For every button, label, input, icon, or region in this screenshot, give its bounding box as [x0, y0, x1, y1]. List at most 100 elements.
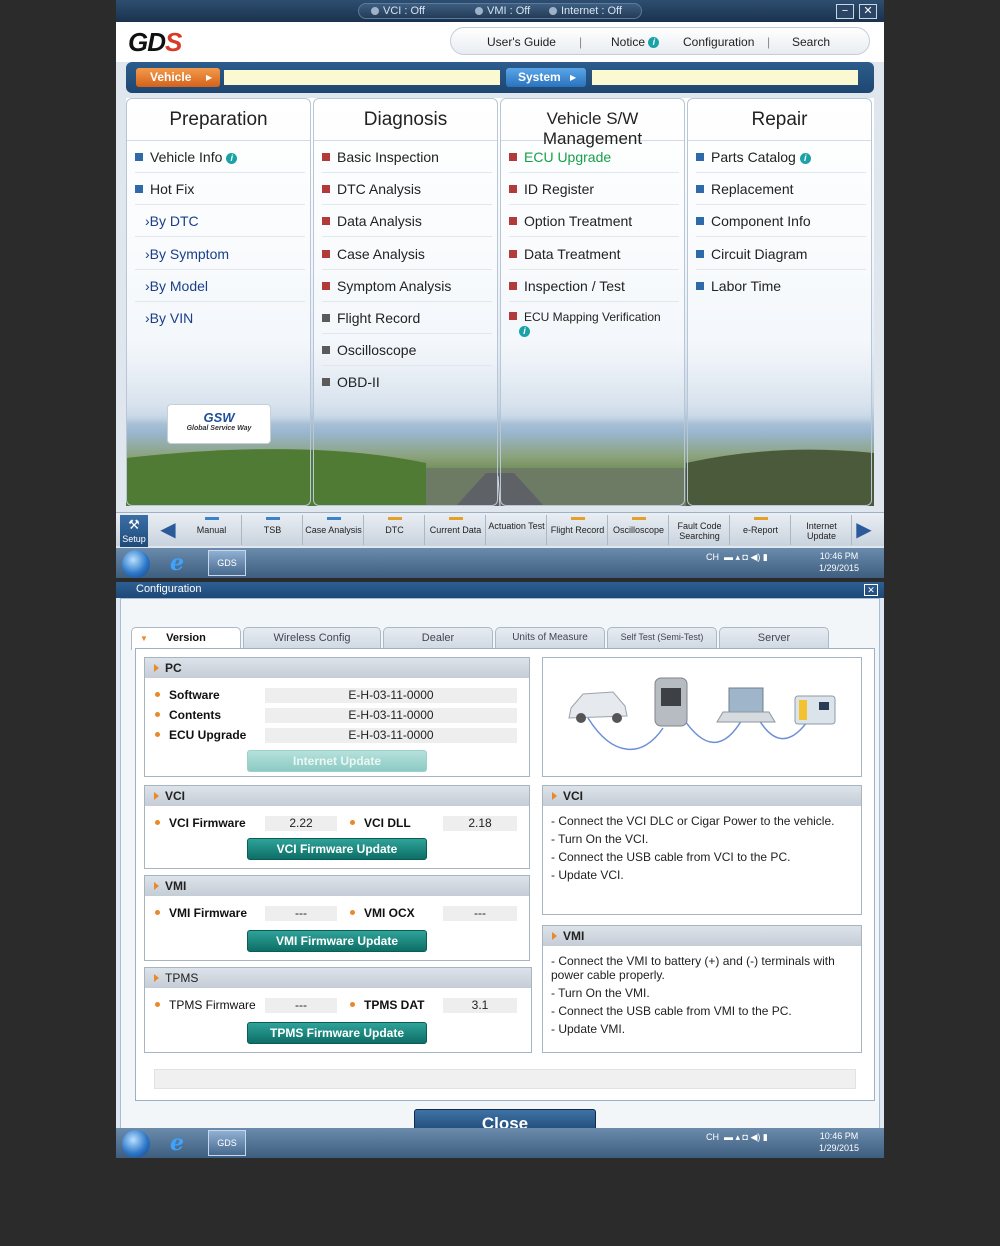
- ecu-upgrade-item[interactable]: ECU Upgrade: [509, 141, 679, 173]
- system-arrow-icon: ▶: [570, 73, 577, 82]
- section-header: VCI: [543, 786, 861, 806]
- clock[interactable]: 10:46 PM 1/29/2015: [813, 1130, 865, 1154]
- vehicle-tab[interactable]: Vehicle ▶: [136, 68, 220, 87]
- gds-taskbar-button[interactable]: GDS: [208, 1130, 246, 1156]
- bullet-icon: [509, 185, 517, 193]
- replacement-item[interactable]: Replacement: [696, 173, 866, 205]
- bullet-icon: [322, 346, 330, 354]
- vci-firmware-update-button[interactable]: VCI Firmware Update: [247, 838, 427, 860]
- bullet-icon: [696, 153, 704, 161]
- oscilloscope-button[interactable]: Oscilloscope: [609, 515, 669, 545]
- tab-units-of-measure[interactable]: Units of Measure: [495, 627, 605, 649]
- bullet-icon: [350, 1002, 355, 1007]
- system-field[interactable]: [592, 70, 858, 85]
- vehicle-field[interactable]: [224, 70, 500, 85]
- bullet-icon: [155, 820, 160, 825]
- by-symptom-item[interactable]: ›By Symptom: [135, 238, 305, 270]
- actuation-test-button[interactable]: Actuation Test: [487, 515, 547, 545]
- internet-update-button[interactable]: Internet Update: [247, 750, 427, 772]
- oscilloscope-item[interactable]: Oscilloscope: [322, 334, 492, 366]
- toolbar-left-arrow[interactable]: ◀: [160, 517, 176, 543]
- vci-device-icon: [654, 677, 688, 727]
- ecu-mapping-verification-item[interactable]: ECU Mapping Verification i: [509, 302, 679, 337]
- vci-status: VCI : Off: [371, 5, 425, 17]
- case-analysis-item[interactable]: Case Analysis: [322, 238, 492, 270]
- tab-server[interactable]: Server: [719, 627, 829, 649]
- search-link[interactable]: Search: [792, 35, 830, 49]
- internet-update-button[interactable]: Internet Update: [792, 515, 852, 545]
- start-button[interactable]: [122, 1130, 150, 1158]
- internet-explorer-icon[interactable]: e: [170, 1132, 184, 1154]
- parts-catalog-item[interactable]: Parts Catalog i: [696, 141, 866, 173]
- setup-button[interactable]: ⚒ Setup: [120, 515, 148, 547]
- close-icon[interactable]: ✕: [864, 584, 878, 596]
- fault-code-searching-button[interactable]: Fault Code Searching: [670, 515, 730, 545]
- gsw-logo: GSW Global Service Way: [167, 404, 271, 444]
- current-data-button[interactable]: Current Data: [426, 515, 486, 545]
- toolbar-right-arrow[interactable]: ▶: [856, 517, 872, 543]
- app-header: GDS User's Guide | Notice i Configuratio…: [116, 22, 884, 62]
- option-treatment-item[interactable]: Option Treatment: [509, 205, 679, 237]
- bullet-icon: [696, 185, 704, 193]
- bullet-icon: [155, 692, 160, 697]
- vmi-firmware-update-button[interactable]: VMI Firmware Update: [247, 930, 427, 952]
- bullet-icon: [696, 217, 704, 225]
- configuration-link[interactable]: Configuration: [683, 35, 754, 49]
- flight-record-item[interactable]: Flight Record: [322, 302, 492, 334]
- data-treatment-item[interactable]: Data Treatment: [509, 238, 679, 270]
- flight-record-button[interactable]: Flight Record: [548, 515, 608, 545]
- data-analysis-item[interactable]: Data Analysis: [322, 205, 492, 237]
- dtc-analysis-item[interactable]: DTC Analysis: [322, 173, 492, 205]
- basic-inspection-item[interactable]: Basic Inspection: [322, 141, 492, 173]
- sw-management-title: Vehicle S/W Management: [501, 99, 684, 148]
- contents-version: E-H-03-11-0000: [265, 708, 517, 723]
- tpms-firmware-update-button[interactable]: TPMS Firmware Update: [247, 1022, 427, 1044]
- top-navigation: User's Guide | Notice i Configuration | …: [450, 27, 870, 55]
- tab-dealer[interactable]: Dealer: [383, 627, 493, 649]
- manual-button[interactable]: Manual: [182, 515, 242, 545]
- vehicle-arrow-icon: ▶: [206, 73, 213, 82]
- vmi-instructions-text: - Connect the VMI to battery (+) and (-)…: [551, 954, 835, 1036]
- obd-ii-item[interactable]: OBD-II: [322, 366, 492, 398]
- vehicle-info-item[interactable]: Vehicle Info i: [135, 141, 305, 173]
- tray-icons[interactable]: ▬ ▴ ◘ ◀) ▮: [724, 552, 768, 563]
- tpms-section: TPMS TPMS Firmware --- TPMS DAT 3.1 TPMS…: [144, 967, 532, 1053]
- case-analysis-button[interactable]: Case Analysis: [304, 515, 364, 545]
- component-info-item[interactable]: Component Info: [696, 205, 866, 237]
- tab-self-test[interactable]: Self Test (Semi-Test): [607, 627, 717, 649]
- dtc-button[interactable]: DTC: [365, 515, 425, 545]
- hot-fix-item[interactable]: Hot Fix: [135, 173, 305, 205]
- clock[interactable]: 10:46 PM 1/29/2015: [813, 550, 865, 574]
- tsb-button[interactable]: TSB: [243, 515, 303, 545]
- minimize-button[interactable]: −: [836, 4, 854, 19]
- users-guide-link[interactable]: User's Guide: [487, 35, 556, 49]
- tpms-dat-label: TPMS DAT: [350, 998, 424, 1012]
- start-button[interactable]: [122, 550, 150, 578]
- gds-taskbar-button[interactable]: GDS: [208, 550, 246, 576]
- symptom-analysis-item[interactable]: Symptom Analysis: [322, 270, 492, 302]
- section-header: VMI: [145, 876, 529, 896]
- e-report-button[interactable]: e-Report: [731, 515, 791, 545]
- close-window-button[interactable]: ✕: [859, 4, 877, 19]
- configuration-body: ▼ Version Wireless Config Dealer Units of…: [120, 598, 880, 1139]
- by-model-item[interactable]: ›By Model: [135, 270, 305, 302]
- repair-panel: Repair Parts Catalog i Replacement Compo…: [687, 98, 872, 506]
- language-indicator[interactable]: CH: [706, 552, 719, 562]
- wrench-icon: ⚒: [128, 517, 140, 532]
- id-register-item[interactable]: ID Register: [509, 173, 679, 205]
- by-dtc-item[interactable]: ›By DTC: [135, 205, 305, 237]
- bullet-icon: [155, 1002, 160, 1007]
- system-tab[interactable]: System ▶: [506, 68, 586, 87]
- notice-link[interactable]: Notice i: [611, 35, 660, 49]
- info-icon: i: [519, 326, 530, 337]
- circuit-diagram-item[interactable]: Circuit Diagram: [696, 238, 866, 270]
- language-indicator[interactable]: CH: [706, 1132, 719, 1142]
- inspection-test-item[interactable]: Inspection / Test: [509, 270, 679, 302]
- tab-wireless-config[interactable]: Wireless Config: [243, 627, 381, 649]
- tool-indicator: [265, 517, 280, 520]
- internet-explorer-icon[interactable]: e: [170, 552, 184, 574]
- by-vin-item[interactable]: ›By VIN: [135, 302, 305, 334]
- tab-version[interactable]: ▼ Version: [131, 627, 241, 650]
- labor-time-item[interactable]: Labor Time: [696, 270, 866, 302]
- tray-icons[interactable]: ▬ ▴ ◘ ◀) ▮: [724, 1132, 768, 1143]
